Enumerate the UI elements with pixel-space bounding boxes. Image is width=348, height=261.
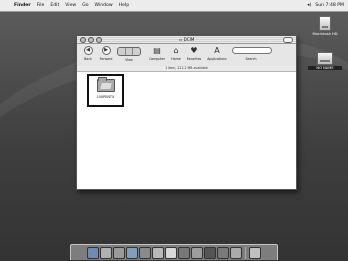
menu-edit[interactable]: Edit — [50, 0, 59, 11]
menu-file[interactable]: File — [37, 0, 45, 11]
view-label: View — [125, 58, 133, 62]
menu-extras: ◂) Sun 7:48 PM — [307, 0, 344, 11]
window-title: ▭ DCIM — [178, 37, 195, 42]
window-title-bar[interactable]: ▭ DCIM — [77, 36, 296, 44]
back-label: Back — [84, 57, 92, 61]
calendar-icon[interactable] — [165, 246, 177, 259]
trash-icon[interactable] — [249, 246, 261, 259]
dock — [70, 244, 278, 260]
imovie-icon[interactable] — [178, 246, 190, 259]
browser-icon[interactable] — [126, 246, 138, 259]
toolbar-toggle-button[interactable] — [283, 37, 293, 43]
volume-label: NO NAME — [308, 66, 342, 70]
search-label: Search — [245, 57, 257, 61]
itunes-icon[interactable] — [217, 246, 229, 259]
dock-separator — [245, 246, 246, 259]
back-button[interactable]: ◀ Back — [80, 46, 96, 61]
favorites-icon: ♥ — [190, 46, 198, 55]
preferences-icon[interactable] — [230, 246, 242, 259]
menu-items: Finder File Edit View Go Window Help — [14, 0, 129, 11]
home-button[interactable]: ⌂ Home — [168, 46, 184, 61]
menu-finder[interactable]: Finder — [14, 0, 31, 11]
menu-clock[interactable]: Sun 7:48 PM — [315, 0, 344, 11]
chat-icon[interactable] — [113, 246, 125, 259]
forward-button[interactable]: ▶ Forward — [96, 46, 116, 61]
mail-icon[interactable] — [100, 246, 112, 259]
view-mode-icon — [117, 47, 141, 56]
search-input[interactable] — [232, 47, 272, 54]
computer-button[interactable]: ▤ Computer — [147, 46, 167, 61]
desktop: Finder File Edit View Go Window Help ◂) … — [0, 0, 348, 261]
finder-toolbar: ◀ Back ▶ Forward View ▤ Computer ⌂ Home … — [77, 44, 296, 66]
folder-icon — [96, 77, 115, 92]
finder-window: ▭ DCIM ◀ Back ▶ Forward View ▤ Computer … — [76, 35, 297, 190]
dvd-icon[interactable] — [152, 246, 164, 259]
applications-button[interactable]: A Applications — [204, 46, 230, 61]
computer-label: Computer — [149, 57, 165, 61]
menu-view[interactable]: View — [65, 0, 76, 11]
view-button[interactable]: View — [116, 46, 142, 62]
applications-icon: A — [214, 46, 220, 55]
folder-item[interactable]: 100PENTX — [87, 74, 124, 107]
search-label-wrap: Search — [241, 55, 261, 61]
iphoto-icon[interactable] — [191, 246, 203, 259]
menu-bar: Finder File Edit View Go Window Help ◂) … — [0, 0, 348, 12]
menu-window[interactable]: Window — [95, 0, 113, 11]
window-content: 100PENTX — [77, 72, 296, 189]
menu-go[interactable]: Go — [82, 0, 88, 11]
back-arrow-icon: ◀ — [83, 46, 93, 55]
hard-disk-icon — [319, 16, 331, 31]
volume-label: Macintosh HD — [312, 32, 338, 36]
applications-label: Applications — [207, 57, 227, 61]
volume-no-name[interactable]: NO NAME — [308, 52, 342, 70]
favorites-label: Favorites — [186, 57, 202, 61]
camera-card-volume-icon — [317, 52, 333, 65]
home-label: Home — [171, 57, 181, 61]
home-icon: ⌂ — [173, 46, 179, 55]
forward-arrow-icon: ▶ — [101, 46, 111, 55]
clapper-icon[interactable] — [204, 246, 216, 259]
finder-icon[interactable] — [87, 246, 99, 259]
window-title-text: DCIM — [183, 37, 195, 42]
favorites-button[interactable]: ♥ Favorites — [184, 46, 204, 61]
folder-label: 100PENTX — [96, 95, 115, 99]
volume-macintosh-hd[interactable]: Macintosh HD — [308, 16, 342, 36]
speaker-icon[interactable]: ◂) — [307, 0, 311, 11]
forward-label: Forward — [99, 57, 113, 61]
music-icon[interactable] — [139, 246, 151, 259]
menu-help[interactable]: Help — [119, 0, 129, 11]
computer-icon: ▤ — [153, 46, 161, 55]
